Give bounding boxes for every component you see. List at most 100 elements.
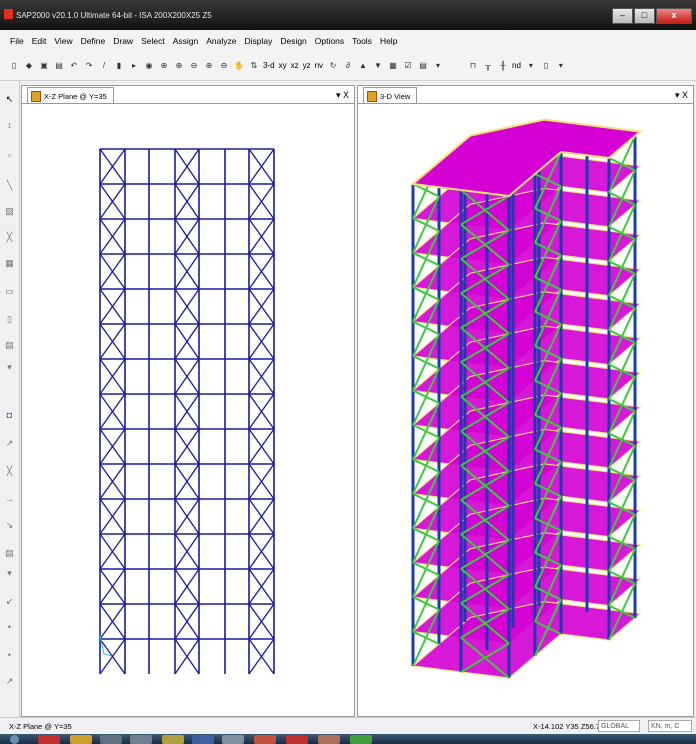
taskbar-app-icon[interactable] xyxy=(254,735,276,744)
save-icon[interactable]: ▣ xyxy=(38,59,50,73)
draw-grid-icon[interactable]: ▦ xyxy=(4,257,15,270)
tab-xz-plane[interactable]: X-Z Plane @ Y=35 xyxy=(27,87,114,104)
xz-plane-view-pane[interactable]: X-Z Plane @ Y=35 ▾ X xyxy=(21,85,355,717)
menu-draw[interactable]: Draw xyxy=(113,36,133,46)
rotate-icon[interactable]: ↻ xyxy=(327,59,339,73)
select-poly-icon[interactable]: ↗ xyxy=(4,437,15,450)
draw-link-icon[interactable]: ▨ xyxy=(4,205,15,218)
3d-pane-close-button[interactable]: ▾ X xyxy=(675,90,688,101)
3d-model-drawing[interactable] xyxy=(358,106,694,717)
view-nv-button[interactable]: nv xyxy=(315,61,323,70)
view-yz-button[interactable]: yz xyxy=(303,61,311,70)
taskbar-app-icon[interactable] xyxy=(70,735,92,744)
tab-3d-view[interactable]: 3-D View xyxy=(363,87,418,104)
menu-file[interactable]: File xyxy=(10,36,24,46)
menu-edit[interactable]: Edit xyxy=(32,36,47,46)
menu-assign[interactable]: Assign xyxy=(173,36,199,46)
menu-display[interactable]: Display xyxy=(244,36,272,46)
menu-help[interactable]: Help xyxy=(380,36,397,46)
clear-selection-icon[interactable]: ↘ xyxy=(4,519,15,532)
coordinate-system-select[interactable]: GLOBAL xyxy=(598,720,640,732)
taskbar-app-icon[interactable] xyxy=(38,735,60,744)
taskbar-app-icon[interactable] xyxy=(162,735,184,744)
menu-design[interactable]: Design xyxy=(280,36,306,46)
dropdown-icon[interactable]: ▾ xyxy=(432,59,444,73)
snap-line-icon[interactable]: ↗ xyxy=(4,675,15,688)
menu-options[interactable]: Options xyxy=(315,36,344,46)
reshape-icon[interactable]: ↕ xyxy=(4,119,15,132)
start-orb-icon[interactable] xyxy=(10,735,19,744)
status-coordinates: X-14.102 Y35 Z56.7 xyxy=(533,722,600,731)
lock-icon[interactable]: ▮ xyxy=(113,59,125,73)
draw-frame-icon[interactable]: ╲ xyxy=(4,179,15,192)
grid-icon[interactable]: ▦ xyxy=(387,59,399,73)
open-file-icon[interactable]: ◆ xyxy=(23,59,35,73)
menu-analyze[interactable]: Analyze xyxy=(206,36,236,46)
move-down-icon[interactable]: ▼ xyxy=(372,59,384,73)
view-xy-button[interactable]: xy xyxy=(279,61,287,70)
dropdown-icon[interactable]: ▾ xyxy=(555,59,567,73)
zoom-previous-icon[interactable]: ⊖ xyxy=(218,59,230,73)
intersect-icon[interactable]: ╳ xyxy=(4,465,15,478)
draw-joint-icon[interactable]: ▫ xyxy=(4,149,15,162)
redo-icon[interactable]: ↷ xyxy=(83,59,95,73)
dropdown-icon[interactable]: ▾ xyxy=(4,567,15,580)
draw-area-icon[interactable]: ▭ xyxy=(4,285,15,298)
nd-button[interactable]: nd xyxy=(512,61,521,70)
menu-tools[interactable]: Tools xyxy=(352,36,372,46)
run-icon[interactable]: ◉ xyxy=(143,59,155,73)
draw-cross-brace-icon[interactable]: ╳ xyxy=(4,231,15,244)
display-options-icon[interactable]: ▤ xyxy=(417,59,429,73)
view-3d-button[interactable]: 3-d xyxy=(263,61,275,70)
sap2000-app-icon[interactable] xyxy=(4,9,13,19)
menu-view[interactable]: View xyxy=(54,36,72,46)
3d-view-pane[interactable]: 3-D View ▾ X xyxy=(357,85,694,717)
dropdown-icon[interactable]: ▾ xyxy=(4,361,15,374)
maximize-button[interactable]: □ xyxy=(634,8,655,24)
zoom-extents-icon[interactable]: ⊕ xyxy=(203,59,215,73)
minimize-button[interactable]: – xyxy=(612,8,633,24)
frame-icon[interactable]: ⊓ xyxy=(467,59,479,73)
left-draw-toolbar: ↖ ↕ ▫ ╲ ▨ ╳ ▦ ▭ ▯ ▤ ▾ ◘ ↗ ╳ → ↘ ▤ ▾ ↙ • … xyxy=(0,81,20,717)
taskbar-app-icon[interactable] xyxy=(222,735,244,744)
taskbar-app-icon[interactable] xyxy=(286,735,308,744)
pan-icon[interactable]: ✋ xyxy=(233,59,245,73)
snap-middle-icon[interactable]: • xyxy=(4,649,15,662)
section-icon[interactable]: ▯ xyxy=(540,59,552,73)
units-select[interactable]: KN, m, C xyxy=(648,720,692,732)
checkbox-icon[interactable]: ☑ xyxy=(402,59,414,73)
snap-end-icon[interactable]: • xyxy=(4,621,15,634)
list-icon[interactable]: ▤ xyxy=(4,547,15,560)
perspective-icon[interactable]: ∂ xyxy=(342,59,354,73)
new-file-icon[interactable]: ▯ xyxy=(8,59,20,73)
snap-point-icon[interactable]: ↙ xyxy=(4,595,15,608)
xz-pane-close-button[interactable]: ▾ X xyxy=(336,90,349,101)
select-all-icon[interactable]: ◘ xyxy=(4,409,15,422)
dropdown-icon[interactable]: ▾ xyxy=(525,59,537,73)
print-icon[interactable]: ▤ xyxy=(53,59,65,73)
zoom-out-icon[interactable]: ⊖ xyxy=(188,59,200,73)
get-previous-icon[interactable]: → xyxy=(4,493,15,506)
xz-elevation-drawing[interactable] xyxy=(22,106,355,717)
menu-select[interactable]: Select xyxy=(141,36,165,46)
close-button[interactable]: x xyxy=(656,8,692,24)
view-xz-button[interactable]: xz xyxy=(291,61,299,70)
zoom-window-icon[interactable]: ⊕ xyxy=(158,59,170,73)
run-analysis-icon[interactable]: ▸ xyxy=(128,59,140,73)
undo-icon[interactable]: ↶ xyxy=(68,59,80,73)
taskbar-app-icon[interactable] xyxy=(130,735,152,744)
menu-define[interactable]: Define xyxy=(81,36,106,46)
taskbar-app-icon[interactable] xyxy=(350,735,372,744)
column-icon[interactable]: ╥ xyxy=(482,59,494,73)
taskbar-app-icon[interactable] xyxy=(192,735,214,744)
draw-rect-area-icon[interactable]: ▯ xyxy=(4,313,15,326)
pencil-icon[interactable]: / xyxy=(98,59,110,73)
brace-icon[interactable]: ╫ xyxy=(497,59,509,73)
zoom-in-icon[interactable]: ⊕ xyxy=(173,59,185,73)
taskbar-app-icon[interactable] xyxy=(318,735,340,744)
up-down-icon[interactable]: ⇅ xyxy=(248,59,260,73)
draw-solid-icon[interactable]: ▤ xyxy=(4,339,15,352)
pointer-icon[interactable]: ↖ xyxy=(4,93,15,106)
taskbar-app-icon[interactable] xyxy=(100,735,122,744)
move-up-icon[interactable]: ▲ xyxy=(357,59,369,73)
